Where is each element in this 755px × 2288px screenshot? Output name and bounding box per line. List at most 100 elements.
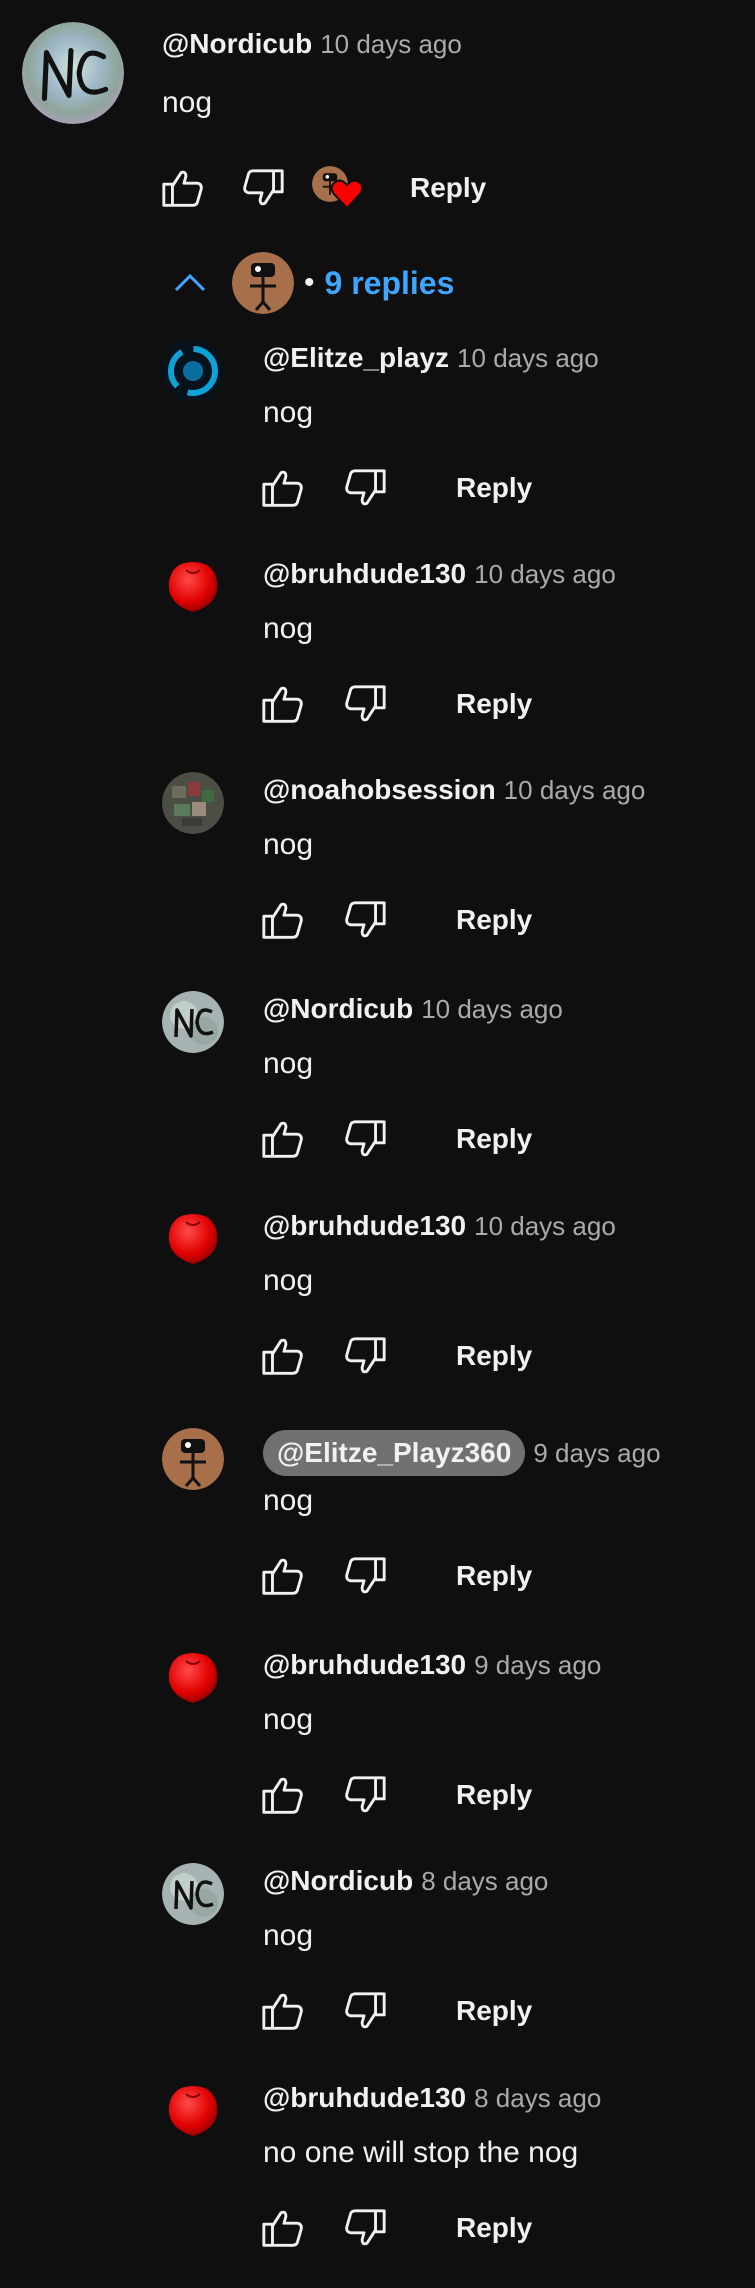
reply-comment: @Nordicub 10 days ago nog Reply <box>0 981 755 1199</box>
reply-comment: @Elitze_playz 10 days ago nog Reply <box>0 330 755 548</box>
like-icon[interactable] <box>158 163 208 213</box>
comment-text: nog <box>263 1919 314 1952</box>
like-icon[interactable] <box>258 463 308 513</box>
dislike-icon[interactable] <box>238 163 288 213</box>
reply-comment: @bruhdude130 10 days ago nog Reply <box>0 546 755 764</box>
reply-button[interactable]: Reply <box>456 472 532 504</box>
comment-author[interactable]: @bruhdude130 <box>263 1210 466 1242</box>
comment-actions: Reply <box>258 676 532 732</box>
comment-actions: Reply <box>258 1767 532 1823</box>
comment-time[interactable]: 9 days ago <box>474 1650 601 1681</box>
comment-actions: Reply <box>258 892 532 948</box>
comment-time[interactable]: 10 days ago <box>474 559 616 590</box>
comment-header: @Nordicub 8 days ago <box>263 1865 548 1897</box>
reply-comment: @bruhdude130 10 days ago nog Reply <box>0 1198 755 1416</box>
comment-header: @bruhdude130 9 days ago <box>263 1649 601 1681</box>
avatar[interactable] <box>162 1428 224 1490</box>
reply-button[interactable]: Reply <box>410 172 486 204</box>
comment-time[interactable]: 10 days ago <box>421 994 563 1025</box>
like-icon[interactable] <box>258 1551 308 1601</box>
like-icon[interactable] <box>258 679 308 729</box>
reply-button[interactable]: Reply <box>456 1560 532 1592</box>
comment-time[interactable]: 8 days ago <box>474 2083 601 2114</box>
comment-text: nog <box>263 1047 314 1080</box>
reply-button[interactable]: Reply <box>456 2212 532 2244</box>
comment-author[interactable]: @Elitze_Playz360 <box>263 1430 526 1476</box>
separator-dot: • <box>304 266 315 299</box>
comment-actions: Reply <box>258 1328 532 1384</box>
comment-author[interactable]: @Nordicub <box>162 28 312 59</box>
dislike-icon[interactable] <box>340 679 390 729</box>
avatar[interactable] <box>162 772 224 834</box>
like-icon[interactable] <box>258 1114 308 1164</box>
reply-button[interactable]: Reply <box>456 904 532 936</box>
comment-text: no one will stop the nog <box>263 2136 579 2169</box>
comment-header: @bruhdude130 8 days ago <box>263 2082 601 2114</box>
comment-time[interactable]: 10 days ago <box>504 775 646 806</box>
dislike-icon[interactable] <box>340 895 390 945</box>
comment-actions: Reply <box>258 1111 532 1167</box>
comment-text: nog <box>263 828 314 861</box>
creator-avatar <box>232 252 294 314</box>
comment-time[interactable]: 8 days ago <box>421 1866 548 1897</box>
comment-time[interactable]: 10 days ago <box>320 29 462 59</box>
reply-comment: @Nordicub 8 days ago nog Reply <box>0 1853 755 2071</box>
comment-header: @noahobsession 10 days ago <box>263 774 645 806</box>
dislike-icon[interactable] <box>340 463 390 513</box>
reply-comment: @bruhdude130 8 days ago no one will stop … <box>0 2070 755 2288</box>
comment-header: @Elitze_Playz360 9 days ago <box>263 1430 661 1476</box>
dislike-icon[interactable] <box>340 2203 390 2253</box>
comment-header: @Elitze_playz 10 days ago <box>263 342 599 374</box>
comment-text: nog <box>263 396 314 429</box>
reply-comment: @noahobsession 10 days ago nog Reply <box>0 762 755 980</box>
dislike-icon[interactable] <box>340 1331 390 1381</box>
avatar[interactable] <box>162 556 224 618</box>
like-icon[interactable] <box>258 1331 308 1381</box>
avatar[interactable] <box>162 1863 224 1925</box>
dislike-icon[interactable] <box>340 1770 390 1820</box>
comment-author[interactable]: @bruhdude130 <box>263 1649 466 1681</box>
dislike-icon[interactable] <box>340 1986 390 2036</box>
comment-text: nog <box>263 1264 314 1297</box>
replies-count: 9 replies <box>324 264 455 301</box>
comment-author[interactable]: @Nordicub <box>263 1865 413 1897</box>
comment-header: @bruhdude130 10 days ago <box>263 558 616 590</box>
comment-actions: Reply <box>158 160 486 216</box>
creator-heart <box>310 160 368 216</box>
replies-toggle[interactable]: • 9 replies <box>170 248 454 318</box>
dislike-icon[interactable] <box>340 1551 390 1601</box>
comment-header: @Nordicub 10 days ago <box>162 28 462 60</box>
reply-comment: @Elitze_Playz360 9 days ago nog Reply <box>0 1418 755 1636</box>
heart-icon <box>330 178 364 210</box>
dislike-icon[interactable] <box>340 1114 390 1164</box>
like-icon[interactable] <box>258 2203 308 2253</box>
avatar[interactable] <box>162 1647 224 1709</box>
like-icon[interactable] <box>258 1986 308 2036</box>
comment-author[interactable]: @noahobsession <box>263 774 496 806</box>
comment-time[interactable]: 10 days ago <box>474 1211 616 1242</box>
reply-button[interactable]: Reply <box>456 1123 532 1155</box>
reply-button[interactable]: Reply <box>456 1779 532 1811</box>
like-icon[interactable] <box>258 1770 308 1820</box>
comment-actions: Reply <box>258 460 532 516</box>
comment-header: @Nordicub 10 days ago <box>263 993 563 1025</box>
comment-author[interactable]: @Elitze_playz <box>263 342 449 374</box>
reply-button[interactable]: Reply <box>456 688 532 720</box>
comment-text: nog <box>263 1484 314 1517</box>
comment-author[interactable]: @Nordicub <box>263 993 413 1025</box>
reply-button[interactable]: Reply <box>456 1995 532 2027</box>
comment-author[interactable]: @bruhdude130 <box>263 2082 466 2114</box>
avatar[interactable] <box>162 340 224 402</box>
reply-button[interactable]: Reply <box>456 1340 532 1372</box>
like-icon[interactable] <box>258 895 308 945</box>
avatar[interactable] <box>162 991 224 1053</box>
avatar[interactable] <box>162 1208 224 1270</box>
comment-actions: Reply <box>258 1983 532 2039</box>
avatar[interactable] <box>162 2080 224 2142</box>
comment-time[interactable]: 10 days ago <box>457 343 599 374</box>
avatar[interactable] <box>22 22 124 124</box>
comment-actions: Reply <box>258 2200 532 2256</box>
comment-text: nog <box>162 86 213 119</box>
comment-time[interactable]: 9 days ago <box>533 1438 660 1469</box>
comment-author[interactable]: @bruhdude130 <box>263 558 466 590</box>
